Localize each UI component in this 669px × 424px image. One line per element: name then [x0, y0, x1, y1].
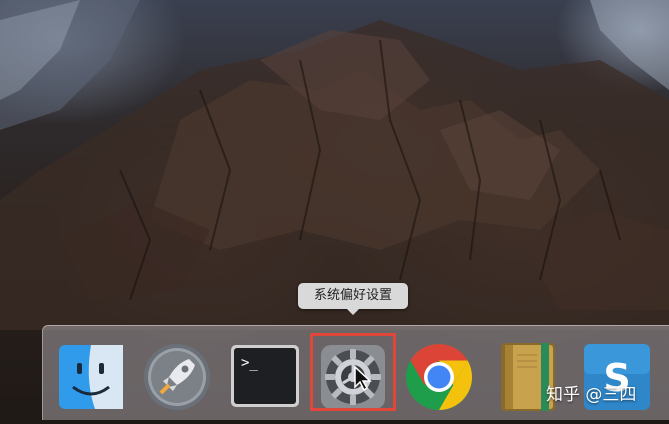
- dock-item-terminal[interactable]: >_: [229, 341, 301, 413]
- watermark-text: 知乎 @三四: [546, 385, 637, 405]
- dock-item-launchpad[interactable]: [141, 341, 213, 413]
- terminal-prompt: >_: [241, 355, 258, 371]
- finder-icon: [59, 345, 123, 409]
- dock-item-finder[interactable]: [55, 341, 127, 413]
- dock-item-chrome[interactable]: [403, 341, 475, 413]
- chrome-icon: [406, 344, 473, 410]
- dock-tooltip: 系统偏好设置: [298, 283, 408, 315]
- rocket-icon: [144, 344, 210, 410]
- highlight-box-system-preferences: [310, 333, 396, 411]
- terminal-icon: >_: [231, 345, 299, 407]
